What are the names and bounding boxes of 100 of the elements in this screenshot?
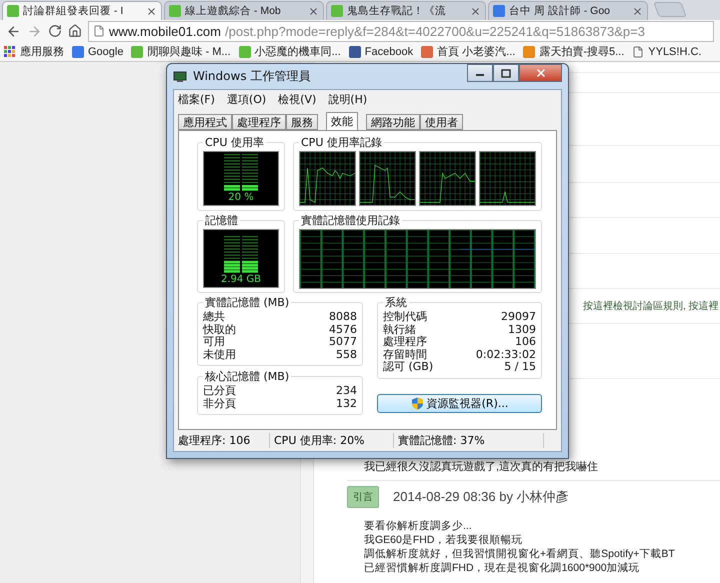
address-field[interactable]: www.mobile01.com /post.php?mode=reply&f=284&t=4022700&u=225241&q=51863873&p=3 — [88, 20, 714, 42]
stat-name: 總共 — [203, 311, 225, 324]
shield-icon — [410, 396, 424, 410]
cpu-history-graph — [359, 151, 416, 206]
bookmark-link[interactable]: YYLS!H.C. — [632, 46, 702, 58]
stat-value: 29097 — [501, 311, 536, 324]
browser-tab[interactable]: 線上遊戲綜合 - Mob — [164, 1, 324, 20]
browser-tab[interactable]: 討論群組發表回覆 - I — [2, 1, 162, 20]
group-title: 實體記憶體 (MB) — [204, 295, 290, 310]
page-icon — [632, 46, 644, 58]
google-icon — [493, 5, 505, 17]
post-text: 我已經很久沒認真玩遊戲了,這次真的有把我嚇住 — [364, 460, 598, 474]
bookmark-link[interactable]: 首頁 小老婆汽... — [421, 44, 516, 59]
apps-grid-icon — [4, 46, 16, 58]
bookmark-link[interactable]: 小惡魔的機車同... — [238, 44, 341, 59]
window-tab[interactable]: 效能 — [326, 112, 358, 130]
menu-item[interactable]: 選項(O) — [226, 92, 266, 107]
window-tab[interactable]: 網路功能 — [366, 114, 420, 130]
close-icon[interactable] — [632, 6, 643, 16]
reply-line: 我GE60是FHD，若我要很順暢玩 — [364, 533, 524, 547]
reply-meta: 2014-08-29 08:36 by 小林仲彥 — [393, 488, 569, 506]
menu-item[interactable]: 說明(H) — [328, 92, 368, 107]
facebook-icon — [348, 46, 361, 58]
reply-line: 已經習慣解析度調FHD，現在是視窗化調1600*900加減玩 — [364, 561, 641, 575]
stat-name: 非分頁 — [203, 398, 236, 410]
maximize-button[interactable] — [493, 64, 519, 82]
stat-value: 234 — [336, 385, 357, 398]
stat-value: 1309 — [508, 324, 536, 336]
window-tab[interactable]: 使用者 — [420, 114, 463, 130]
group-title: 核心記憶體 (MB) — [204, 369, 290, 384]
group-title: CPU 使用率記錄 — [300, 135, 383, 150]
stat-name: 認可 (GB) — [383, 361, 434, 374]
maximize-icon — [501, 68, 511, 78]
stat-name: 可用 — [203, 336, 225, 348]
site-favicon-icon — [131, 46, 144, 58]
stat-value: 5077 — [329, 336, 357, 348]
bookmark-link[interactable]: 閒聊與趣味 - M... — [131, 44, 231, 59]
stat-value: 4576 — [329, 324, 357, 336]
status-text: 處理程序: 106 — [174, 433, 270, 448]
reply-line: 調低解析度就好，但我習慣開視窗化+看網頁、聽Spotify+下載BT — [364, 547, 676, 561]
google-icon — [72, 46, 84, 58]
monitor-icon — [173, 70, 187, 82]
status-text: CPU 使用率: 20% — [270, 433, 394, 448]
browser-tab[interactable]: 鬼島生存戰記！《流 — [326, 1, 486, 20]
resource-monitor-button[interactable]: 資源監視器(R)... — [377, 394, 542, 412]
reload-icon[interactable] — [48, 24, 62, 38]
auction-icon — [523, 46, 536, 58]
reply-line: 要看你解析度調多少... — [364, 519, 473, 533]
cpu-history-graph — [479, 151, 536, 206]
group-title: CPU 使用率 — [204, 135, 265, 150]
close-icon[interactable] — [308, 6, 319, 16]
menu-item[interactable]: 檢視(V) — [278, 92, 316, 107]
bookmark-link[interactable]: Google — [72, 46, 124, 58]
home-icon[interactable] — [68, 24, 82, 38]
close-icon[interactable] — [146, 6, 157, 16]
stat-name: 執行緒 — [383, 324, 416, 336]
close-icon — [534, 67, 546, 79]
stat-value: 8088 — [329, 311, 357, 324]
stat-value: 5 / 15 — [504, 361, 536, 374]
cpu-history-graph — [299, 151, 356, 206]
site-favicon-icon — [169, 5, 181, 17]
stat-name: 控制代碼 — [383, 311, 427, 324]
meter-reading: 2.94 GB — [220, 274, 262, 285]
window-tab[interactable]: 應用程式 — [178, 114, 232, 130]
quote-button[interactable]: 引言 — [347, 486, 379, 508]
window-tab[interactable]: 服務 — [286, 114, 318, 130]
url-path: /post.php?mode=reply&f=284&t=4022700&u=225241&q=51863873&p=3 — [225, 24, 645, 38]
stat-value: 558 — [336, 348, 357, 361]
browser-tab[interactable]: 台中 周 設計師 - Goo — [488, 1, 648, 20]
back-icon[interactable] — [6, 24, 21, 38]
window-tab[interactable]: 處理程序 — [232, 114, 286, 130]
photo-icon — [421, 46, 434, 58]
stat-value: 132 — [336, 398, 357, 410]
site-favicon-icon — [7, 5, 19, 17]
bookmark-link[interactable]: 露天拍賣-搜尋5... — [523, 44, 624, 59]
cpu-history-graph — [419, 151, 476, 206]
stat-name: 未使用 — [203, 348, 236, 361]
stat-name: 已分頁 — [203, 385, 236, 398]
page-icon — [93, 25, 105, 37]
status-text: 實體記憶體: 37% — [394, 433, 544, 448]
close-icon[interactable] — [470, 6, 481, 16]
url-host: www.mobile01.com — [109, 24, 221, 38]
stat-name: 快取的 — [203, 324, 236, 336]
stat-value: 0:02:33:02 — [476, 348, 536, 361]
stat-name: 處理程序 — [383, 336, 427, 348]
meter-reading: 20 % — [228, 192, 254, 203]
minimize-button[interactable] — [467, 64, 493, 82]
site-favicon-icon — [331, 5, 343, 17]
menu-item[interactable]: 檔案(F) — [178, 92, 215, 107]
stat-name: 存留時間 — [383, 348, 427, 361]
close-button[interactable] — [519, 64, 562, 82]
window-title: Windows 工作管理員 — [193, 68, 312, 85]
group-title: 系統 — [384, 295, 408, 310]
group-title: 記憶體 — [204, 213, 239, 228]
bookmark-link[interactable]: 應用服務 — [4, 44, 64, 59]
rules-link[interactable]: 按這裡檢視討論區規則, 按這裡 — [583, 299, 719, 313]
bookmark-link[interactable]: Facebook — [348, 46, 414, 58]
site-favicon-icon — [238, 46, 251, 58]
stat-value: 106 — [515, 336, 536, 348]
group-title: 實體記憶體使用記錄 — [300, 213, 401, 228]
